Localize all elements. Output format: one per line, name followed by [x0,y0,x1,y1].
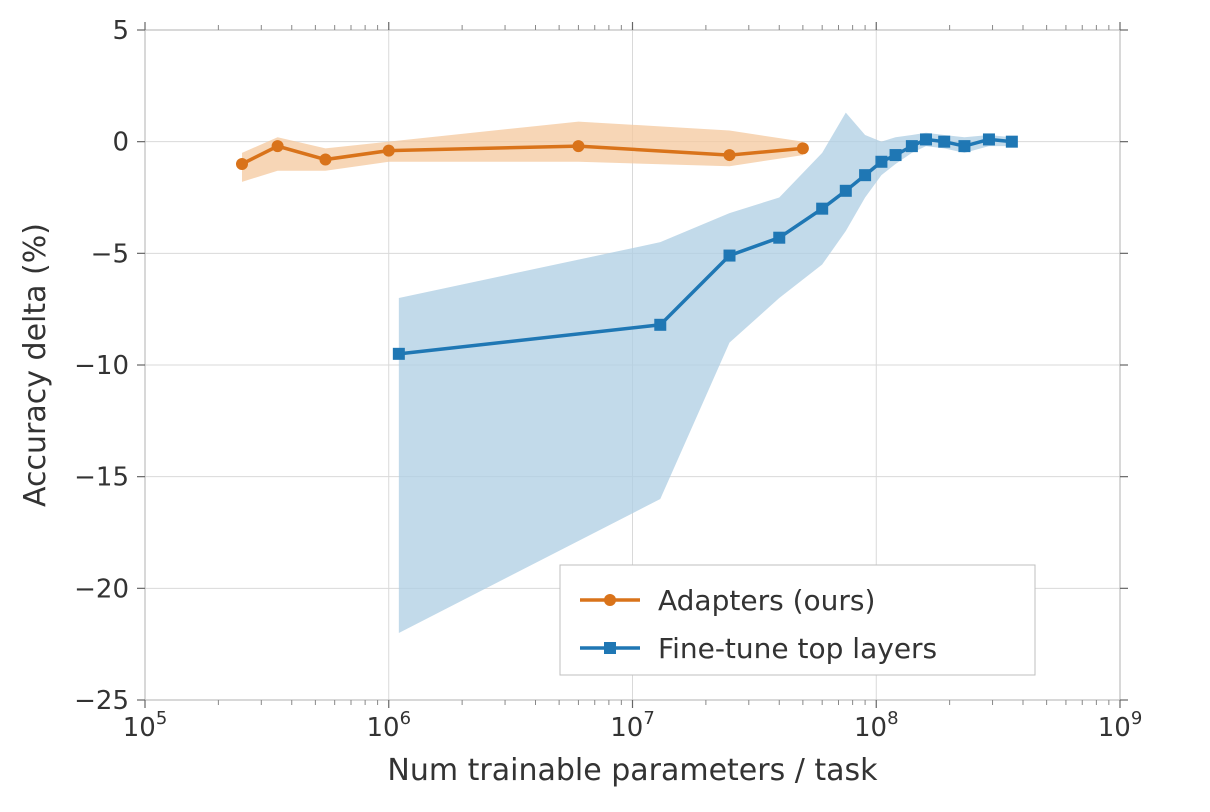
finetune-marker [906,140,918,152]
xtick-label: 107 [610,708,655,743]
adapters-marker [383,145,395,157]
adapters-marker [236,158,248,170]
adapters-marker [797,142,809,154]
finetune-marker [773,232,785,244]
xtick-label: 108 [854,708,899,743]
finetune-marker [958,140,970,152]
xtick-label: 105 [123,708,168,743]
finetune-marker [654,319,666,331]
legend-label: Adapters (ours) [658,584,875,617]
finetune-marker [1006,136,1018,148]
x-axis-label: Num trainable parameters / task [387,753,878,788]
legend: Adapters (ours) Fine-tune top layers [560,565,1035,675]
chart-container: 105 106 107 108 109 5 0 −5 −10 −15 −20 −25 Num train… [0,0,1210,812]
adapters-band [242,122,803,182]
finetune-band [399,113,1012,633]
ytick-label: −25 [74,686,129,716]
y-axis-label: Accuracy delta (%) [18,223,53,507]
finetune-marker [983,133,995,145]
finetune-marker [393,348,405,360]
ytick-label: −15 [74,463,129,493]
adapters-marker [572,140,584,152]
chart-svg: 105 106 107 108 109 5 0 −5 −10 −15 −20 −25 Num train… [0,0,1210,812]
adapters-marker [723,149,735,161]
ytick-label: 5 [112,16,129,46]
adapters-marker [272,140,284,152]
ytick-label: −5 [91,239,129,269]
legend-marker [604,594,616,606]
ytick-label: −20 [74,574,129,604]
ytick-label: 0 [112,128,129,158]
finetune-marker [875,156,887,168]
xtick-label: 106 [366,708,411,743]
finetune-marker [859,169,871,181]
finetune-marker [890,149,902,161]
xtick-label: 109 [1098,708,1143,743]
finetune-marker [920,133,932,145]
ytick-label: −10 [74,351,129,381]
adapters-marker [319,154,331,166]
finetune-marker [938,136,950,148]
legend-marker [604,642,616,654]
finetune-marker [840,185,852,197]
finetune-marker [723,250,735,262]
legend-label: Fine-tune top layers [658,632,937,665]
finetune-marker [816,203,828,215]
